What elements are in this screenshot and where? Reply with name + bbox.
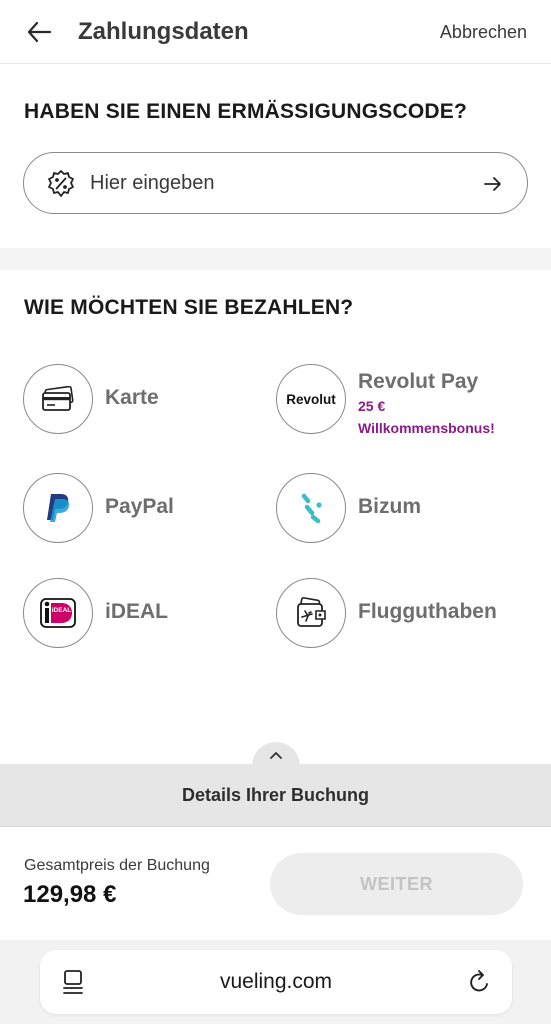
app-header: Zahlungsdaten Abbrechen [0,0,551,64]
ideal-logo-text: iDEAL [52,607,72,614]
total-price-label: Gesamtpreis der Buchung [24,857,210,874]
reload-icon[interactable] [468,969,492,995]
revolut-logo: Revolut [286,392,336,407]
chevron-up-icon [270,752,282,759]
payment-option-ideal[interactable]: iDEAL iDEAL [23,578,263,650]
booking-details-label: Details Ihrer Buchung [181,785,370,805]
payment-label-bizum: Bizum [358,495,421,518]
bonus-text: Willkommensbonus! [358,420,495,436]
address-bar[interactable]: vueling.com [40,950,512,1014]
payment-label-ideal: iDEAL [105,600,168,623]
continue-button-label: WEITER [360,873,433,894]
discount-heading: HABEN SIE EINEN ERMÄSSIGUNGSCODE? [24,100,467,123]
payment-label-card: Karte [105,386,159,409]
payment-option-revolut[interactable]: Revolut Revolut Pay 25 € Willkommensbonu… [276,364,516,436]
page-title: Zahlungsdaten [78,18,249,45]
total-price: 129,98 € [23,881,117,908]
payment-label-revolut: Revolut Pay [358,370,479,393]
bizum-logo [301,493,322,524]
payment-option-paypal[interactable]: PayPal [23,473,263,545]
payment-heading: WIE MÖCHTEN SIE BEZAHLEN? [24,296,354,319]
payment-option-bizum[interactable]: Bizum [276,473,516,545]
payment-label-paypal: PayPal [105,495,174,518]
paypal-logo [47,494,70,522]
checkout-footer: Gesamtpreis der Buchung 129,98 € WEITER [0,826,551,940]
bonus-amount: 25 € [358,398,386,414]
expand-details-tab[interactable] [252,742,300,772]
section-divider [0,248,551,270]
wallet-plane-icon [297,597,326,627]
browser-toolbar: vueling.com [0,940,551,1024]
credit-card-icon [42,386,74,411]
ideal-logo: iDEAL [40,598,76,628]
booking-details-bar[interactable]: Details Ihrer Buchung [0,764,551,826]
cancel-link[interactable]: Abbrechen [440,22,527,43]
payment-option-flugguthaben[interactable]: Flugguthaben [276,578,516,650]
discount-code-placeholder: Hier eingeben [90,172,215,194]
revolut-logo-text: Revolut [286,392,336,407]
back-arrow-icon[interactable] [26,18,52,46]
payment-label-flugguthaben: Flugguthaben [358,600,497,623]
payment-option-card[interactable]: Karte [23,364,263,436]
url-text: vueling.com [219,970,333,993]
continue-button[interactable]: WEITER [270,853,523,915]
submit-arrow-icon[interactable] [483,174,503,194]
discount-code-field[interactable]: Hier eingeben [23,152,528,214]
discount-badge-icon [48,170,74,197]
